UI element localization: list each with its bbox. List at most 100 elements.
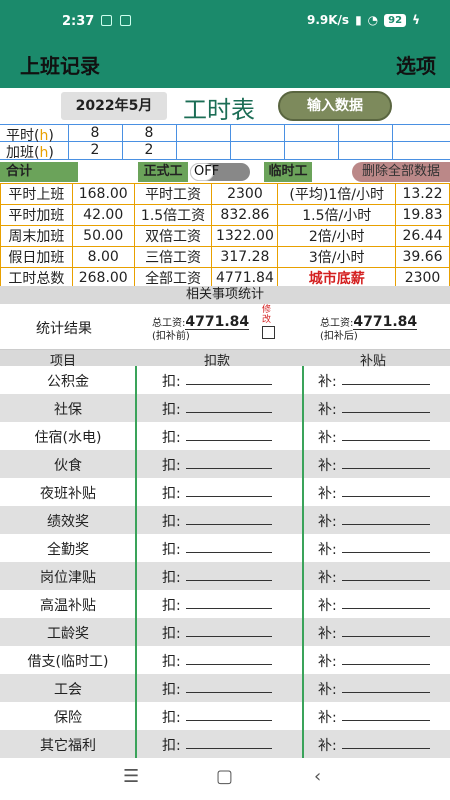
modify-checkbox[interactable] <box>262 326 275 339</box>
deduct-input[interactable] <box>186 440 272 441</box>
subsidy-input[interactable] <box>342 496 430 497</box>
total-after: 总工资:4771.84 (扣补后) <box>320 314 418 342</box>
deduct-prefix: 扣: <box>162 430 181 446</box>
grid-divider <box>338 124 339 160</box>
deduct-input[interactable] <box>186 384 272 385</box>
month-selector-button[interactable]: 2022年5月 <box>61 92 167 120</box>
list-item: 绩效奖 扣: 补: <box>0 506 450 534</box>
deduct-input[interactable] <box>186 608 272 609</box>
subsidy-prefix: 补: <box>318 710 337 726</box>
deduct-input[interactable] <box>186 636 272 637</box>
grid-divider <box>68 124 69 160</box>
subsidy-input[interactable] <box>342 636 430 637</box>
deduct-input[interactable] <box>186 468 272 469</box>
temp-worker-label: 临时工 <box>264 162 312 182</box>
worker-type-toggle[interactable]: OFF <box>190 163 250 181</box>
deduct-input[interactable] <box>186 552 272 553</box>
list-item: 社保 扣: 补: <box>0 394 450 422</box>
subsidy-input[interactable] <box>342 608 430 609</box>
grid-divider <box>284 124 285 160</box>
total-before-value[interactable]: 4771.84 <box>185 315 250 330</box>
deduct-input[interactable] <box>186 748 272 749</box>
subsidy-input[interactable] <box>342 580 430 581</box>
subsidy-prefix: 补: <box>318 598 337 614</box>
item-name: 伙食 <box>54 458 82 474</box>
deduct-prefix: 扣: <box>162 598 181 614</box>
list-item: 保险 扣: 补: <box>0 702 450 730</box>
deduct-input[interactable] <box>186 496 272 497</box>
deduct-prefix: 扣: <box>162 486 181 502</box>
deduct-prefix: 扣: <box>162 654 181 670</box>
list-item: 全勤奖 扣: 补: <box>0 534 450 562</box>
grid-divider <box>392 124 393 160</box>
subsidy-input[interactable] <box>342 748 430 749</box>
subsidy-prefix: 补: <box>318 402 337 418</box>
subsidy-input[interactable] <box>342 552 430 553</box>
deduct-input[interactable] <box>186 720 272 721</box>
summary-bar: 合计 正式工 OFF 临时工 删除全部数据 <box>0 162 450 182</box>
total-label: 合计 <box>0 162 78 182</box>
subsidy-prefix: 补: <box>318 514 337 530</box>
subsidy-prefix: 补: <box>318 430 337 446</box>
deduct-prefix: 扣: <box>162 458 181 474</box>
item-name: 公积金 <box>47 374 89 390</box>
regular-worker-label: 正式工 <box>138 162 188 182</box>
subsidy-prefix: 补: <box>318 542 337 558</box>
stats-table: 平时上班 168.00 平时工资 2300 (平均)1倍/小时 13.22 平时加班 42.… <box>0 183 450 289</box>
subsidy-input[interactable] <box>342 412 430 413</box>
deduct-input[interactable] <box>186 692 272 693</box>
delete-all-button[interactable]: 删除全部数据 <box>352 162 450 182</box>
network-speed: 9.9K/s <box>306 13 350 27</box>
grid-divider <box>122 124 123 160</box>
deduct-input[interactable] <box>186 580 272 581</box>
signal-icon: ▮ <box>355 13 362 27</box>
column-divider <box>302 366 304 758</box>
notification-icon <box>120 15 131 26</box>
item-name: 社保 <box>54 402 82 418</box>
options-button[interactable]: 选项 <box>396 50 436 79</box>
hours-cell[interactable]: 2 <box>122 142 176 158</box>
column-header-row: 项目 扣款 补贴 <box>0 350 450 369</box>
table-row: 平时上班 168.00 平时工资 2300 (平均)1倍/小时 13.22 <box>0 183 450 205</box>
subsidy-input[interactable] <box>342 720 430 721</box>
section-header: 相关事项统计 <box>0 286 450 304</box>
item-name: 其它福利 <box>40 738 96 754</box>
hours-cell[interactable]: 2 <box>68 142 122 158</box>
list-item: 夜班补贴 扣: 补: <box>0 478 450 506</box>
hours-cell[interactable]: 8 <box>68 125 122 141</box>
grid-divider <box>230 124 231 160</box>
subsidy-prefix: 补: <box>318 654 337 670</box>
subsidy-prefix: 补: <box>318 374 337 390</box>
list-item: 岗位津贴 扣: 补: <box>0 562 450 590</box>
deduct-prefix: 扣: <box>162 570 181 586</box>
subsidy-prefix: 补: <box>318 738 337 754</box>
hours-cell[interactable]: 8 <box>122 125 176 141</box>
subsidy-input[interactable] <box>342 440 430 441</box>
modify-label: 修改 <box>262 305 272 325</box>
list-item: 伙食 扣: 补: <box>0 450 450 478</box>
subsidy-input[interactable] <box>342 384 430 385</box>
back-icon[interactable]: ‹ <box>314 766 321 787</box>
subsidy-input[interactable] <box>342 468 430 469</box>
result-label: 统计结果 <box>36 321 92 337</box>
input-data-button[interactable]: 输入数据 <box>278 91 392 121</box>
deduct-input[interactable] <box>186 412 272 413</box>
status-bar: 2:37 9.9K/s ▮ ◔ 92 ϟ <box>0 0 450 40</box>
charging-icon: ϟ <box>412 13 420 27</box>
subsidy-input[interactable] <box>342 524 430 525</box>
deduct-input[interactable] <box>186 524 272 525</box>
table-row: 周末加班 50.00 双倍工资 1322.00 2倍/小时 26.44 <box>0 225 450 247</box>
item-name: 借支(临时工) <box>27 654 109 670</box>
subsidy-input[interactable] <box>342 692 430 693</box>
home-icon[interactable]: ▢ <box>216 766 233 787</box>
deduct-input[interactable] <box>186 664 272 665</box>
item-name: 绩效奖 <box>47 514 89 530</box>
subsidy-prefix: 补: <box>318 626 337 642</box>
toggle-state: OFF <box>194 164 220 179</box>
menu-icon[interactable]: ☰ <box>123 766 139 787</box>
deduct-prefix: 扣: <box>162 626 181 642</box>
list-item: 其它福利 扣: 补: <box>0 730 450 758</box>
battery-icon: 92 <box>384 13 407 27</box>
subsidy-input[interactable] <box>342 664 430 665</box>
item-name: 工龄奖 <box>47 626 89 642</box>
